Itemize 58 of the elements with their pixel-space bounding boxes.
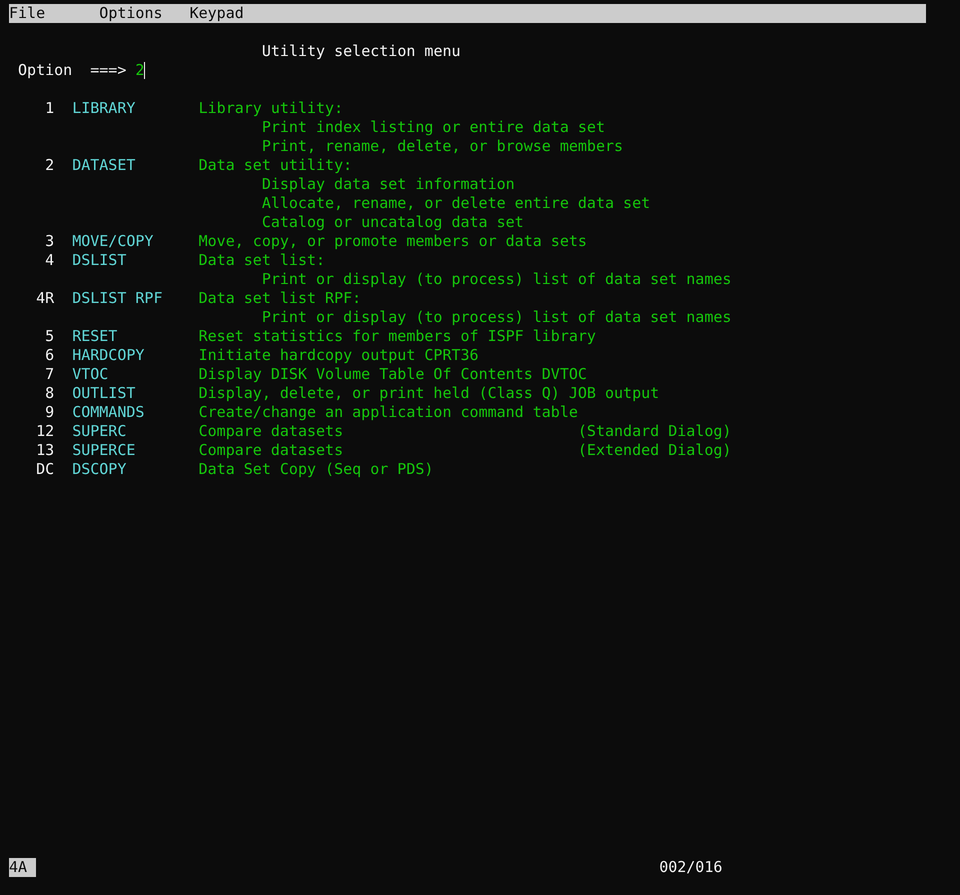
utility-name: DSLIST: [72, 251, 126, 271]
utility-name: DATASET: [72, 156, 136, 176]
option-number: 13: [35, 441, 54, 460]
description-detail: Display data set information: [262, 175, 515, 193]
status-indicator: 4A: [9, 858, 36, 877]
utility-description: Reset statistics for members of ISPF library: [198, 327, 596, 345]
option-number: 5: [44, 327, 54, 346]
utility-description: Create/change an application command table: [198, 403, 578, 421]
utility-description: Initiate hardcopy output CPRT36: [198, 346, 479, 364]
dialog-note: (Extended Dialog): [578, 441, 732, 460]
option-number: 2: [44, 156, 54, 176]
utility-name: HARDCOPY: [72, 346, 144, 365]
option-number: 8: [44, 384, 54, 403]
utility-name: VTOC: [72, 365, 108, 384]
option-number: 7: [44, 365, 54, 384]
utility-description: Move, copy, or promote members or data sets: [198, 232, 587, 250]
option-number: DC: [35, 460, 54, 479]
utility-description: Data set list:: [198, 251, 326, 269]
utility-description: Compare datasets: [198, 422, 344, 440]
description-detail: Allocate, rename, or delete entire data set: [262, 194, 650, 212]
option-number: 12: [35, 422, 54, 441]
description-detail: Print, rename, delete, or browse members: [262, 137, 624, 155]
utility-description: Data set utility:: [198, 156, 352, 174]
utility-description: Compare datasets: [198, 441, 344, 459]
utility-name: RESET: [72, 327, 118, 346]
utility-description: Data set list RPF:: [198, 289, 362, 307]
option-number: 1: [44, 99, 54, 119]
utility-name: DSCOPY: [72, 460, 126, 479]
utility-description: Library utility:: [198, 99, 344, 117]
dialog-note: (Standard Dialog): [578, 422, 732, 441]
description-detail: Catalog or uncatalog data set: [262, 213, 524, 231]
option-label: Option: [18, 61, 72, 80]
option-number: 4: [44, 251, 54, 271]
utility-description: Display DISK Volume Table Of Contents DVTOC: [198, 365, 587, 383]
cursor-position: 002/016: [659, 858, 722, 877]
utility-name: LIBRARY: [72, 99, 136, 119]
menu-bar-item[interactable]: File: [9, 4, 46, 23]
description-detail: Print index listing or entire data set: [262, 118, 605, 136]
utility-name: SUPERC: [72, 422, 126, 441]
option-number: 9: [44, 403, 54, 422]
option-number: 4R: [35, 289, 54, 309]
option-number: 6: [44, 346, 54, 365]
utility-name: COMMANDS: [72, 403, 144, 422]
utility-name: MOVE/COPY: [72, 232, 154, 251]
utility-description: Data Set Copy (Seq or PDS): [198, 460, 434, 478]
screen-title: Utility selection menu: [262, 42, 461, 60]
description-detail: Print or display (to process) list of data set names: [262, 270, 732, 288]
description-detail: Print or display (to process) list of data set names: [262, 308, 732, 326]
utility-name: OUTLIST: [72, 384, 136, 403]
option-prompt-arrow: ===>: [90, 61, 126, 80]
option-number: 3: [44, 232, 54, 251]
utility-name: DSLIST RPF: [72, 289, 162, 309]
option-field[interactable]: 2: [135, 61, 146, 80]
menu-bar-item[interactable]: Options: [99, 4, 163, 23]
text-cursor: [144, 62, 146, 79]
utility-description: Display, delete, or print held (Class Q) JOB output: [198, 384, 660, 402]
menu-bar-item[interactable]: Keypad: [190, 4, 244, 23]
utility-name: SUPERCE: [72, 441, 136, 460]
